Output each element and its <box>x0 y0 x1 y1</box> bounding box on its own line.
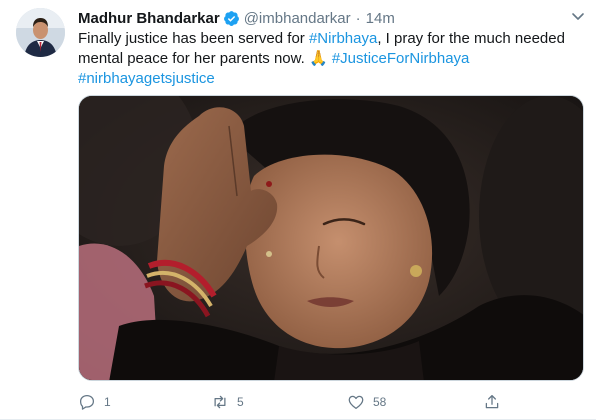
tweet-timestamp[interactable]: 14m <box>366 10 395 27</box>
retweet-count: 5 <box>237 395 244 409</box>
like-button[interactable]: 58 <box>347 392 386 412</box>
photo-image <box>79 96 583 380</box>
retweet-icon <box>214 395 226 409</box>
tweet-header: Madhur Bhandarkar @imbhandarkar · 14m <box>78 8 395 28</box>
tweet-text-part: Finally justice has been served for <box>78 30 309 47</box>
hashtag-link[interactable]: #nirbhayagetsjustice <box>78 70 215 87</box>
avatar-image <box>16 8 65 57</box>
avatar[interactable] <box>16 8 65 57</box>
tweet-actions: 1 5 58 <box>78 392 584 412</box>
verified-badge-icon <box>223 10 240 27</box>
like-count: 58 <box>373 395 387 409</box>
author-name[interactable]: Madhur Bhandarkar <box>78 10 220 27</box>
reply-button[interactable]: 1 <box>78 392 111 412</box>
hashtag-link[interactable]: #JusticeForNirbhaya <box>332 50 470 67</box>
hashtag-link[interactable]: #Nirbhaya <box>309 30 377 47</box>
author-handle[interactable]: @imbhandarkar <box>244 10 351 27</box>
pray-emoji: 🙏 <box>308 50 328 67</box>
tweet-text: Finally justice has been served for #Nir… <box>78 29 578 89</box>
reply-count: 1 <box>104 395 111 409</box>
heart-icon <box>348 395 364 410</box>
reply-icon <box>79 394 95 410</box>
share-icon <box>485 394 499 409</box>
tweet[interactable]: Madhur Bhandarkar @imbhandarkar · 14m Fi… <box>0 0 596 420</box>
chevron-down-icon[interactable] <box>570 8 586 24</box>
retweet-button[interactable]: 5 <box>211 392 244 412</box>
tweet-photo[interactable] <box>78 95 584 381</box>
share-button[interactable] <box>483 392 501 412</box>
header-separator: · <box>355 9 361 27</box>
